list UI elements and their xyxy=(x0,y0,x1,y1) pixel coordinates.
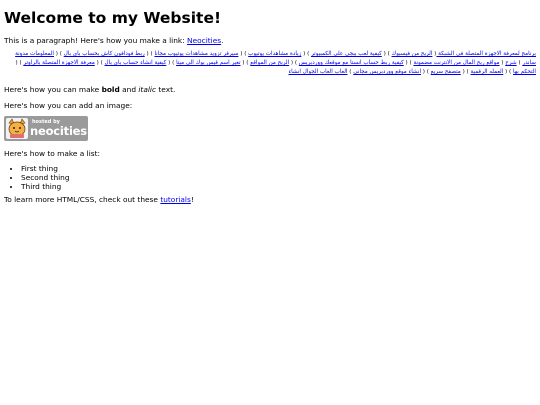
neocities-badge-image: hosted by neocities xyxy=(4,116,88,141)
list-item: Third thing xyxy=(21,182,536,191)
formatting-text: Here's how you can make xyxy=(4,85,102,94)
arabic-link[interactable]: الربح من المواقع xyxy=(250,60,289,66)
arabic-link[interactable]: التحكم بها xyxy=(513,69,536,75)
list-item: Second thing xyxy=(21,173,536,182)
formatting-text: and xyxy=(119,85,139,94)
arabic-link[interactable]: متصفح سريع xyxy=(431,69,461,75)
intro-paragraph: This is a paragraph! Here's how you make… xyxy=(4,36,536,45)
arabic-link[interactable]: تغير اسم قيس بوك الى ميتا xyxy=(176,60,240,66)
arabic-links-block: برنامج لمعرفة الاجهزة المتصلة في الشبكة … xyxy=(15,51,536,75)
intro-text: This is a paragraph! Here's how you make… xyxy=(4,36,188,45)
arabic-link[interactable]: ربط فودافون كاش بحساب باي بال xyxy=(64,51,145,57)
learn-exclamation: ! xyxy=(190,195,194,204)
page-body: Welcome to my Website! This is a paragra… xyxy=(0,0,540,204)
arabic-link[interactable]: انشاء موقع ووردبريس مجاني xyxy=(353,69,421,75)
arabic-link[interactable]: الربح من فيسبوك xyxy=(392,51,433,57)
formatting-text: text. xyxy=(156,85,176,94)
arabic-link[interactable]: زيادة مشاهدات يوتيوب xyxy=(248,51,301,57)
bullet-list: First thing Second thing Third thing xyxy=(4,164,536,191)
arabic-link[interactable]: كيفية لعب ببجي على الكمبيوتر xyxy=(311,51,382,57)
bold-text: bold xyxy=(101,85,120,94)
learn-paragraph: To learn more HTML/CSS, check out these … xyxy=(4,195,536,204)
arabic-link[interactable]: كيفية انشاء حساب باي بال xyxy=(105,60,167,66)
arabic-link[interactable]: العمله الرقمية xyxy=(471,69,504,75)
list-item: First thing xyxy=(21,164,536,173)
arabic-link[interactable]: مواقع ربح المال من الانترنت مضمونة xyxy=(413,60,499,66)
formatting-paragraph: Here's how you can make bold and italic … xyxy=(4,85,536,94)
neocities-link[interactable]: Neocities xyxy=(187,36,221,45)
neocities-cat-icon xyxy=(6,118,28,139)
intro-period: . xyxy=(221,36,224,45)
list-paragraph: Here's how to make a list: xyxy=(4,149,100,158)
learn-text: To learn more HTML/CSS, check out these xyxy=(4,195,161,204)
arabic-link[interactable]: سيرفر تزويد مشاهدات يوتيوب مجانا xyxy=(154,51,238,57)
image-paragraph: Here's how you can add an image: xyxy=(4,101,133,110)
tutorials-link[interactable]: tutorials xyxy=(160,195,191,204)
page-title: Welcome to my Website! xyxy=(4,9,222,27)
arabic-link[interactable]: شرح xyxy=(505,60,516,66)
badge-brand-text: neocities xyxy=(30,124,87,138)
arabic-link[interactable]: معرفة الاجهزة المتصلة بالراوتر xyxy=(23,60,94,66)
italic-text: italic xyxy=(138,85,157,94)
arabic-link[interactable]: كيفية ربط حساب انستا مع موقعك ووردبريس xyxy=(299,60,404,66)
arabic-link[interactable]: العاب العاب الجوال انشاء xyxy=(288,69,347,75)
arabic-link[interactable]: برنامج لمعرفة الاجهزة المتصلة في الشبكة xyxy=(436,51,536,57)
